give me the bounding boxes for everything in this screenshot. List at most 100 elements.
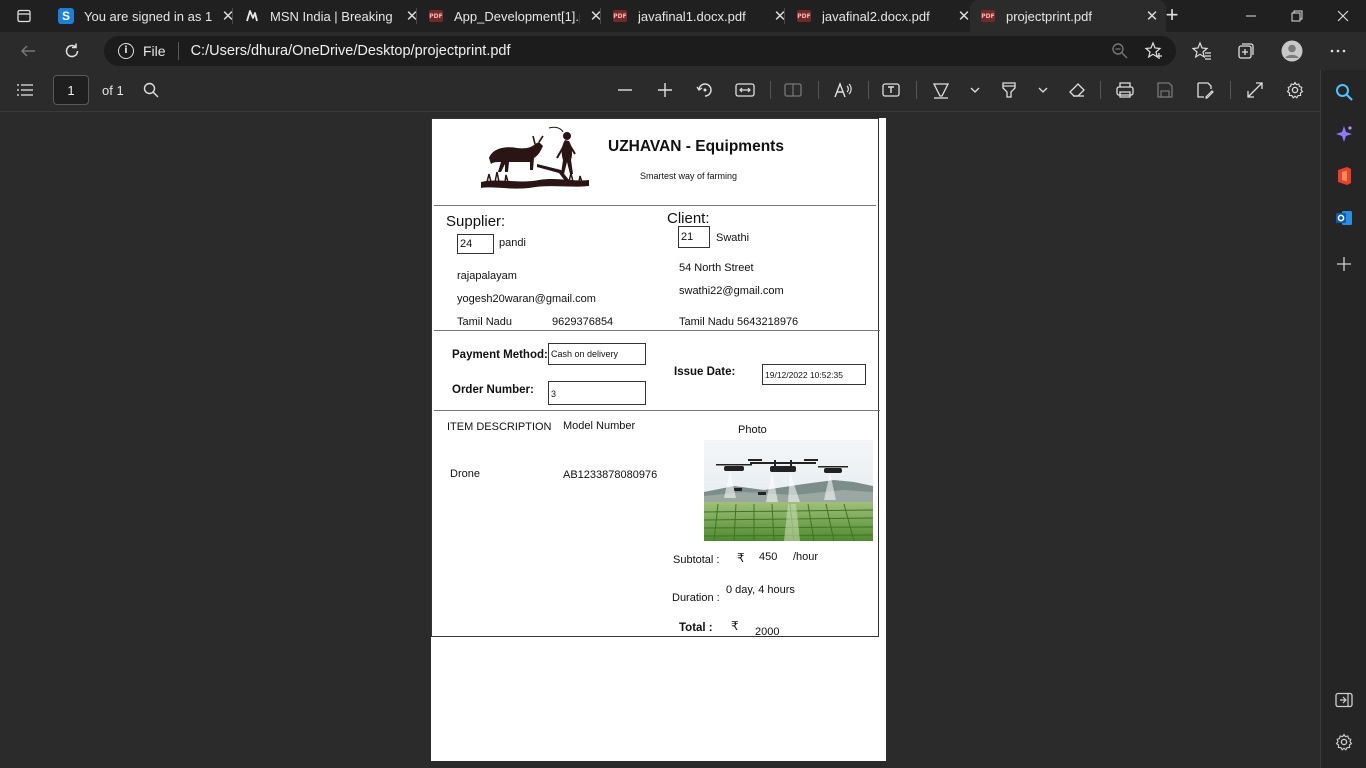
issue-date-field: 19/12/2022 10:52:35 <box>762 364 866 385</box>
tab-strip: S You are signed in as 17 ✕ MSN India | … <box>0 0 1366 32</box>
msn-icon <box>244 8 260 24</box>
chevron-down-icon <box>1038 87 1048 93</box>
read-aloud-icon <box>834 82 852 98</box>
duration-value: 0 day, 4 hours <box>726 584 795 596</box>
sidebar-search-button[interactable] <box>1332 80 1356 104</box>
toolbar-divider <box>1230 81 1231 99</box>
total-value: 2000 <box>755 626 780 638</box>
sidebar-copilot-button[interactable] <box>1332 122 1356 146</box>
tab-title: App_Development[1].p <box>454 8 580 24</box>
pdf-toolbar: of 1 <box>0 70 1320 112</box>
company-tagline: Smartest way of farming <box>640 171 738 181</box>
tab-javafinal2[interactable]: PDF javafinal2.docx.pdf ✕ <box>786 0 978 32</box>
zoom-out-button[interactable] <box>614 79 636 101</box>
outlook-icon <box>1336 211 1352 225</box>
highlight-options-dropdown[interactable] <box>1032 79 1054 101</box>
client-id-box: 21 <box>678 226 710 248</box>
supplier-name: pandi <box>499 237 526 249</box>
sidebar-add-button[interactable] <box>1332 252 1356 276</box>
find-button[interactable] <box>140 79 162 101</box>
item-description-header: ITEM DESCRIPTION <box>447 421 552 433</box>
profile-button[interactable] <box>1280 39 1304 63</box>
print-button[interactable] <box>1114 79 1136 101</box>
model-number-header: Model Number <box>563 420 636 432</box>
minimize-button[interactable] <box>1228 0 1274 32</box>
erase-button[interactable] <box>1066 79 1088 101</box>
zoom-out-icon[interactable] <box>1110 41 1130 61</box>
toolbar-divider <box>868 81 869 99</box>
save-icon <box>1157 82 1173 98</box>
site-scheme-label[interactable]: File <box>143 43 166 59</box>
favorites-button[interactable] <box>1190 39 1214 63</box>
pdf-icon: PDF <box>980 8 996 24</box>
contents-list-icon <box>17 84 33 96</box>
subtotal-label: Subtotal : <box>673 554 720 566</box>
page-count: of 1 <box>102 83 124 98</box>
favorites-icon <box>1192 41 1211 60</box>
add-text-button[interactable] <box>880 79 902 101</box>
supplier-email: yogesh20waran@gmail.com <box>457 293 596 305</box>
toolbar-divider <box>916 81 917 99</box>
settings-more-button[interactable] <box>1326 39 1350 63</box>
full-screen-button[interactable] <box>1244 79 1266 101</box>
address-bar[interactable]: i File C:/Users/dhura/OneDrive/Desktop/p… <box>104 36 1176 66</box>
restore-icon <box>1291 10 1303 22</box>
draw-options-dropdown[interactable] <box>964 79 986 101</box>
item-description: Drone <box>450 468 480 480</box>
pdf-settings-button[interactable] <box>1284 79 1306 101</box>
close-icon[interactable]: ✕ <box>1144 7 1160 25</box>
tab-app-development[interactable]: PDF App_Development[1].p ✕ <box>418 0 610 32</box>
contacts-divider <box>434 330 880 331</box>
tab-actions-icon <box>17 9 31 23</box>
close-icon <box>1337 10 1349 22</box>
fit-to-width-button[interactable] <box>734 79 756 101</box>
tab-msn[interactable]: MSN India | Breaking N ✕ <box>234 0 426 32</box>
rotate-icon <box>696 83 712 97</box>
tab-title: MSN India | Breaking N <box>270 8 396 24</box>
tab-signed-in[interactable]: S You are signed in as 17 ✕ <box>48 0 242 32</box>
page-number-input[interactable] <box>53 75 89 105</box>
close-window-button[interactable] <box>1320 0 1366 32</box>
toolbar-divider <box>818 81 819 99</box>
supplier-phone: 9629376854 <box>552 316 614 328</box>
save-as-button[interactable] <box>1194 79 1216 101</box>
toolbar-divider <box>770 81 771 99</box>
s-icon: S <box>58 8 74 24</box>
duration-label: Duration : <box>672 592 720 604</box>
info-icon[interactable]: i <box>118 43 134 59</box>
more-icon <box>1330 49 1346 53</box>
refresh-button[interactable] <box>60 39 84 63</box>
gear-icon <box>1286 81 1304 99</box>
highlight-button[interactable] <box>998 79 1020 101</box>
drone-photo <box>704 440 873 541</box>
toolbar-divider <box>1100 81 1101 99</box>
navigation-bar: i File C:/Users/dhura/OneDrive/Desktop/p… <box>0 32 1366 70</box>
header-divider <box>434 205 876 206</box>
collections-button[interactable] <box>1234 39 1258 63</box>
pdf-viewer[interactable]: UZHAVAN - Equipments Smartest way of far… <box>0 112 1320 768</box>
restore-button[interactable] <box>1274 0 1320 32</box>
tab-javafinal1[interactable]: PDF javafinal1.docx.pdf ✕ <box>602 0 794 32</box>
tab-actions-button[interactable] <box>8 4 40 28</box>
sidebar-office-button[interactable] <box>1332 164 1356 188</box>
zoom-in-button[interactable] <box>654 79 676 101</box>
save-button[interactable] <box>1154 79 1176 101</box>
page-view-button[interactable] <box>782 79 804 101</box>
read-aloud-button[interactable] <box>832 79 854 101</box>
add-favorite-icon[interactable] <box>1144 41 1164 61</box>
client-heading: Client: <box>667 210 710 227</box>
sidebar-settings-button[interactable] <box>1332 730 1356 754</box>
sidebar-hide-button[interactable] <box>1332 688 1356 712</box>
draw-button[interactable] <box>930 79 952 101</box>
sidebar-outlook-button[interactable] <box>1332 206 1356 230</box>
url-text[interactable]: C:/Users/dhura/OneDrive/Desktop/projectp… <box>191 43 511 59</box>
tab-projectprint[interactable]: PDF projectprint.pdf ✕ <box>970 0 1166 32</box>
tab-divider <box>232 8 233 24</box>
rotate-button[interactable] <box>694 79 716 101</box>
client-email: swathi22@gmail.com <box>679 285 784 297</box>
back-button[interactable] <box>16 39 40 63</box>
table-of-contents-button[interactable] <box>14 79 36 101</box>
new-tab-button[interactable]: + <box>1160 4 1184 28</box>
chevron-down-icon <box>970 87 980 93</box>
draw-icon <box>932 83 950 99</box>
